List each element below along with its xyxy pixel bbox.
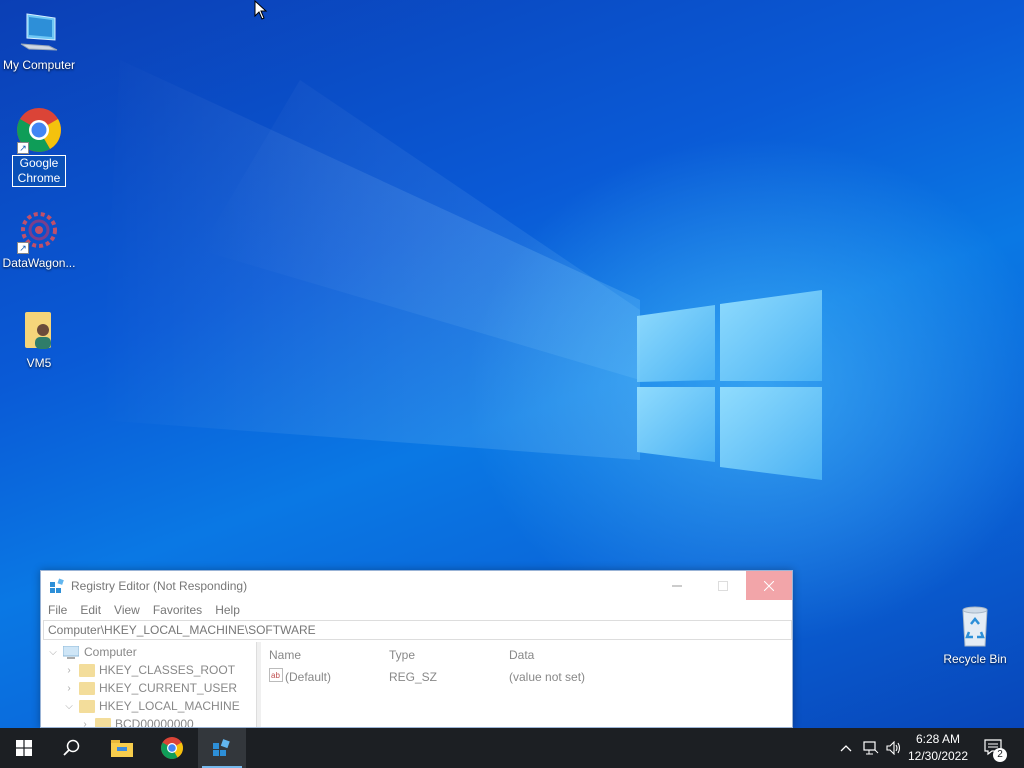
svg-text:ab: ab [271,671,280,680]
registry-editor-icon [50,577,64,593]
desktop-icon-my-computer[interactable]: My Computer [0,8,78,73]
volume-button[interactable] [883,728,905,768]
chevron-right-icon[interactable]: › [79,719,91,728]
menu-view[interactable]: View [114,603,140,617]
taskbar: 6:28 AM 12/30/2022 2 [0,728,1024,768]
desktop-icon-label: VM5 [26,356,52,370]
shortcut-arrow-icon: ↗ [17,242,29,254]
windows-start-icon [16,740,32,756]
start-button[interactable] [0,728,48,768]
tree-node-label: HKEY_CURRENT_USER [99,681,238,695]
editor-panes: ⌵ Computer › HKEY_CLASSES_ROOT › HKEY_CU… [41,642,792,728]
chevron-down-icon[interactable]: ⌵ [47,647,59,658]
window-titlebar[interactable]: Registry Editor (Not Responding) [41,571,792,600]
chrome-taskbar-button[interactable] [148,728,196,768]
registry-editor-icon [213,739,230,756]
desktop-icon-label: Google Chrome [12,155,66,187]
registry-editor-window[interactable]: Registry Editor (Not Responding) File Ed… [40,570,793,728]
desktop-icon-recycle-bin[interactable]: Recycle Bin [936,602,1014,667]
chevron-right-icon[interactable]: › [63,665,75,676]
registry-tree[interactable]: ⌵ Computer › HKEY_CLASSES_ROOT › HKEY_CU… [41,642,257,728]
menu-favorites[interactable]: Favorites [153,603,202,617]
computer-icon [15,8,63,56]
value-name: (Default) [285,670,332,684]
mouse-cursor-icon [254,0,268,20]
tree-node-label: BCD00000000 [115,717,194,728]
desktop-icon-label: DataWagon... [2,256,76,270]
minimize-icon [672,585,682,586]
computer-icon [63,645,79,659]
recycle-bin-icon [951,602,999,650]
shortcut-arrow-icon: ↗ [17,142,29,154]
search-icon [63,739,80,756]
close-button[interactable] [746,571,792,600]
folder-icon [79,699,95,713]
maximize-button[interactable] [700,571,746,600]
chevron-right-icon[interactable]: › [63,683,75,694]
show-hidden-icons-button[interactable] [836,728,856,768]
menu-file[interactable]: File [48,603,67,617]
chrome-icon: ↗ [15,106,63,154]
address-bar[interactable]: Computer\HKEY_LOCAL_MACHINE\SOFTWARE [43,620,792,640]
registry-editor-taskbar-button[interactable] [198,728,246,768]
system-clock[interactable]: 6:28 AM 12/30/2022 [904,731,972,765]
chrome-icon [161,737,183,759]
search-button[interactable] [48,728,96,768]
tree-node-label: HKEY_CLASSES_ROOT [99,663,236,677]
column-header-type[interactable]: Type [389,648,415,662]
user-folder-icon [15,306,63,354]
values-list[interactable]: Name Type Data ab (Default) REG_SZ (valu… [261,642,792,727]
column-header-name[interactable]: Name [269,648,301,662]
value-type: REG_SZ [389,670,438,684]
menu-bar: File Edit View Favorites Help [41,600,792,620]
tree-node-label: Computer [84,645,137,659]
close-icon [764,580,774,591]
tree-node-hkcr[interactable]: › HKEY_CLASSES_ROOT [63,661,235,679]
minimize-button[interactable] [654,571,700,600]
desktop-icon-google-chrome[interactable]: ↗ Google Chrome [0,106,78,187]
desktop-icon-datawagon[interactable]: ↗ DataWagon... [0,206,78,271]
clock-date: 12/30/2022 [907,749,969,763]
network-button[interactable] [860,728,882,768]
desktop-icon-label: Recycle Bin [943,652,1007,666]
datawagon-icon: ↗ [15,206,63,254]
tree-node-hklm[interactable]: ⌵ HKEY_LOCAL_MACHINE [63,697,240,715]
value-data: (value not set) [509,670,586,684]
notification-badge: 2 [993,748,1007,762]
file-explorer-button[interactable] [98,728,146,768]
menu-help[interactable]: Help [215,603,240,617]
tree-node-computer[interactable]: ⌵ Computer [47,643,137,661]
menu-edit[interactable]: Edit [80,603,101,617]
action-center-button[interactable]: 2 [978,728,1010,768]
folder-icon [95,717,111,727]
speaker-icon [886,741,901,755]
desktop-icon-label: My Computer [2,58,76,72]
tree-node-label: HKEY_LOCAL_MACHINE [99,699,240,713]
maximize-icon [718,580,728,591]
window-title: Registry Editor (Not Responding) [71,578,248,593]
file-explorer-icon [111,740,133,757]
chevron-down-icon[interactable]: ⌵ [63,701,75,712]
folder-icon [79,663,95,677]
tree-node-bcd[interactable]: › BCD00000000 [79,715,194,728]
chevron-up-icon [840,745,852,752]
clock-time: 6:28 AM [915,732,961,746]
tree-node-hkcu[interactable]: › HKEY_CURRENT_USER [63,679,237,697]
column-header-data[interactable]: Data [509,648,534,662]
string-value-icon: ab [269,668,283,682]
network-icon [863,741,879,755]
folder-icon [79,681,95,695]
desktop-icon-vm5[interactable]: VM5 [0,306,78,371]
